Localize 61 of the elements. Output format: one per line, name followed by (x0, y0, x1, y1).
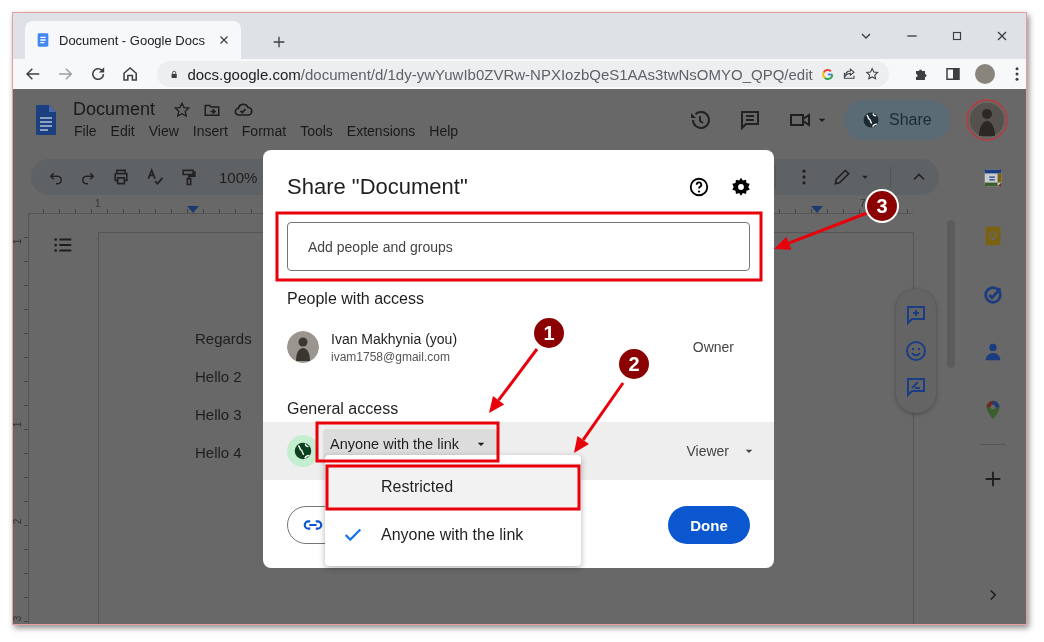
star-icon[interactable] (173, 100, 192, 119)
globe-icon (287, 435, 319, 467)
help-icon[interactable] (688, 176, 710, 198)
menu-item[interactable]: Help (429, 123, 466, 139)
indent-marker[interactable] (187, 206, 199, 213)
comment-icon[interactable] (738, 108, 762, 132)
zoom-level[interactable]: 100% (219, 168, 258, 186)
role-dropdown[interactable]: Viewer (686, 443, 757, 459)
tasks-icon[interactable] (981, 283, 1004, 305)
suggest-edit-icon[interactable] (904, 375, 928, 399)
document-text: Hello 4 (195, 443, 242, 463)
pencil-icon[interactable] (832, 167, 852, 187)
menu-item[interactable]: Extensions (346, 123, 423, 139)
done-button[interactable]: Done (668, 506, 750, 544)
dialog-title: Share "Document" (287, 174, 469, 200)
person-name: Ivan Makhynia (you) (331, 330, 458, 347)
menu-option[interactable]: Anyone with the link (325, 511, 581, 559)
star-icon[interactable] (864, 65, 879, 83)
avatar (287, 331, 319, 363)
paint-roller-icon[interactable] (179, 167, 199, 187)
browser-tab[interactable]: Document - Google Docs (25, 21, 241, 59)
indent-marker[interactable] (811, 206, 823, 213)
menu-item[interactable]: View (148, 123, 186, 139)
emoji-icon[interactable] (904, 339, 928, 363)
document-text: Hello 2 (195, 367, 242, 387)
docs-logo-icon[interactable] (33, 103, 59, 137)
document-title[interactable]: Document (73, 99, 156, 120)
person-email: ivam1758@gmail.com (331, 349, 450, 364)
menu-item[interactable]: Insert (192, 123, 235, 139)
step-badge: 3 (867, 191, 897, 221)
menu-item[interactable]: Format (241, 123, 294, 139)
home-icon[interactable] (120, 64, 139, 84)
section-heading: General access (287, 399, 400, 419)
arrow (574, 382, 625, 453)
url-text: docs.google.com/document/d/1dy-ywYuwIb0ZVRw-NPXIozbQeS1AAs3twNsOMYO_QPQ/edit (187, 65, 813, 83)
step-badge: 2 (619, 349, 649, 379)
side-panel-icon[interactable] (944, 65, 962, 83)
print-icon[interactable] (111, 167, 131, 187)
step-badge: 1 (534, 318, 564, 348)
avatar[interactable] (975, 64, 995, 84)
role-label: Owner (692, 339, 734, 355)
share-button[interactable]: Share (844, 100, 950, 140)
add-comment-icon[interactable] (904, 303, 928, 327)
document-text: Regards (195, 329, 252, 349)
globe-icon (861, 110, 881, 130)
spellcheck-icon[interactable] (145, 167, 165, 187)
document-text: Hello 3 (195, 405, 242, 425)
history-icon[interactable] (688, 108, 712, 132)
menu-item[interactable]: Tools (300, 123, 340, 139)
plus-icon[interactable] (271, 34, 287, 50)
menu-item[interactable]: File (74, 123, 104, 139)
input-field[interactable]: Add people and groups (287, 222, 750, 271)
maximize-icon[interactable] (950, 29, 964, 43)
menu-item[interactable]: Edit (110, 123, 142, 139)
arrow (489, 348, 539, 413)
section-heading: People with access (287, 289, 425, 309)
avatar[interactable] (966, 99, 1008, 141)
document-icon (35, 32, 51, 48)
settings-icon[interactable] (730, 176, 752, 198)
address-bar[interactable]: docs.google.com/document/d/1dy-ywYuwIb0ZVRw-NPXIozbQeS1AAs3twNsOMYO_QPQ/edit (157, 61, 889, 87)
tab-title: Document - Google Docs (59, 32, 206, 48)
